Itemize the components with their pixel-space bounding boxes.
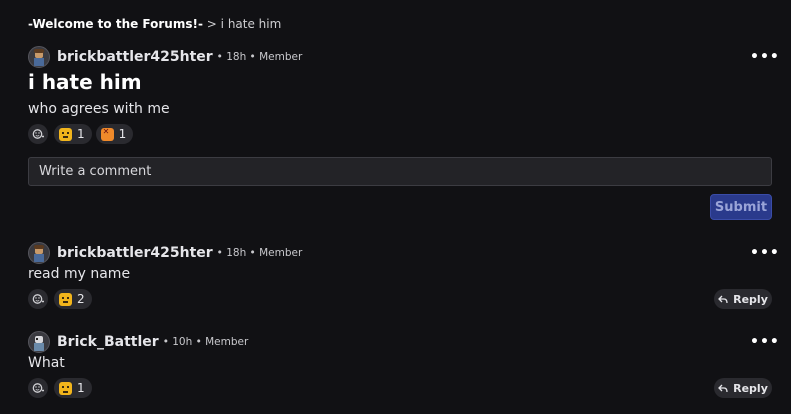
reaction-count: 2	[77, 292, 85, 306]
thinking-emoji-icon	[59, 127, 72, 141]
breadcrumb-forum-link[interactable]: -Welcome to the Forums!-	[28, 17, 203, 31]
avatar[interactable]	[28, 46, 50, 68]
sad-emoji-icon	[59, 381, 72, 395]
post-author-name[interactable]: brickbattler425hter	[57, 49, 213, 65]
comment-reactions: 2	[28, 289, 92, 309]
reply-arrow-icon	[718, 384, 728, 392]
breadcrumb-separator: >	[206, 17, 217, 31]
post-reactions: 1 ✕ 1	[28, 124, 134, 144]
add-reaction-button[interactable]	[28, 378, 48, 398]
reply-arrow-icon	[718, 295, 728, 303]
avatar-figure-icon	[34, 49, 44, 66]
reaction-angry[interactable]: ✕ 1	[95, 124, 134, 144]
reaction-count: 1	[77, 381, 85, 395]
comment-text: What	[28, 355, 65, 371]
comment-meta: • 18h • Member	[216, 247, 303, 259]
comment-more-options-icon[interactable]: •••	[750, 335, 779, 349]
comment-author-name[interactable]: Brick_Battler	[57, 334, 159, 350]
post-body: who agrees with me	[28, 101, 170, 117]
comment-meta: • 10h • Member	[162, 336, 249, 348]
submit-button[interactable]: Submit	[710, 194, 772, 220]
comment-input[interactable]: Write a comment	[28, 157, 772, 186]
add-emoji-icon	[32, 294, 44, 304]
add-emoji-icon	[32, 383, 44, 393]
comment-more-options-icon[interactable]: •••	[750, 246, 779, 260]
reaction-thinking[interactable]: 2	[54, 289, 92, 309]
comment-author-row: brickbattler425hter • 18h • Member	[28, 242, 302, 264]
reaction-count: 1	[77, 127, 85, 141]
post-meta: • 18h • Member	[216, 51, 303, 63]
angry-emoji-icon: ✕	[100, 127, 114, 141]
add-reaction-button[interactable]	[28, 289, 48, 309]
post-more-options-icon[interactable]: •••	[750, 50, 779, 64]
breadcrumb-current: i hate him	[220, 17, 282, 31]
avatar[interactable]	[28, 242, 50, 264]
avatar-figure-icon	[34, 336, 44, 351]
reaction-thinking[interactable]: 1	[54, 124, 92, 144]
avatar-figure-icon	[34, 245, 44, 262]
breadcrumb: -Welcome to the Forums!- > i hate him	[28, 17, 281, 31]
comment-reactions: 1	[28, 378, 92, 398]
reaction-count: 1	[118, 127, 127, 141]
add-emoji-icon	[32, 129, 44, 139]
avatar[interactable]	[28, 331, 50, 353]
thinking-emoji-icon	[59, 292, 72, 306]
comment-author-row: Brick_Battler • 10h • Member	[28, 331, 248, 353]
post-title: i hate him	[28, 70, 142, 94]
post-author-row: brickbattler425hter • 18h • Member	[28, 46, 302, 68]
reply-button[interactable]: Reply	[714, 378, 772, 398]
reaction-sad[interactable]: 1	[54, 378, 92, 398]
reply-label: Reply	[733, 381, 768, 395]
comment-author-name[interactable]: brickbattler425hter	[57, 245, 213, 261]
add-reaction-button[interactable]	[28, 124, 48, 144]
comment-text: read my name	[28, 266, 131, 282]
reply-button[interactable]: Reply	[714, 289, 772, 309]
reply-label: Reply	[733, 292, 768, 306]
